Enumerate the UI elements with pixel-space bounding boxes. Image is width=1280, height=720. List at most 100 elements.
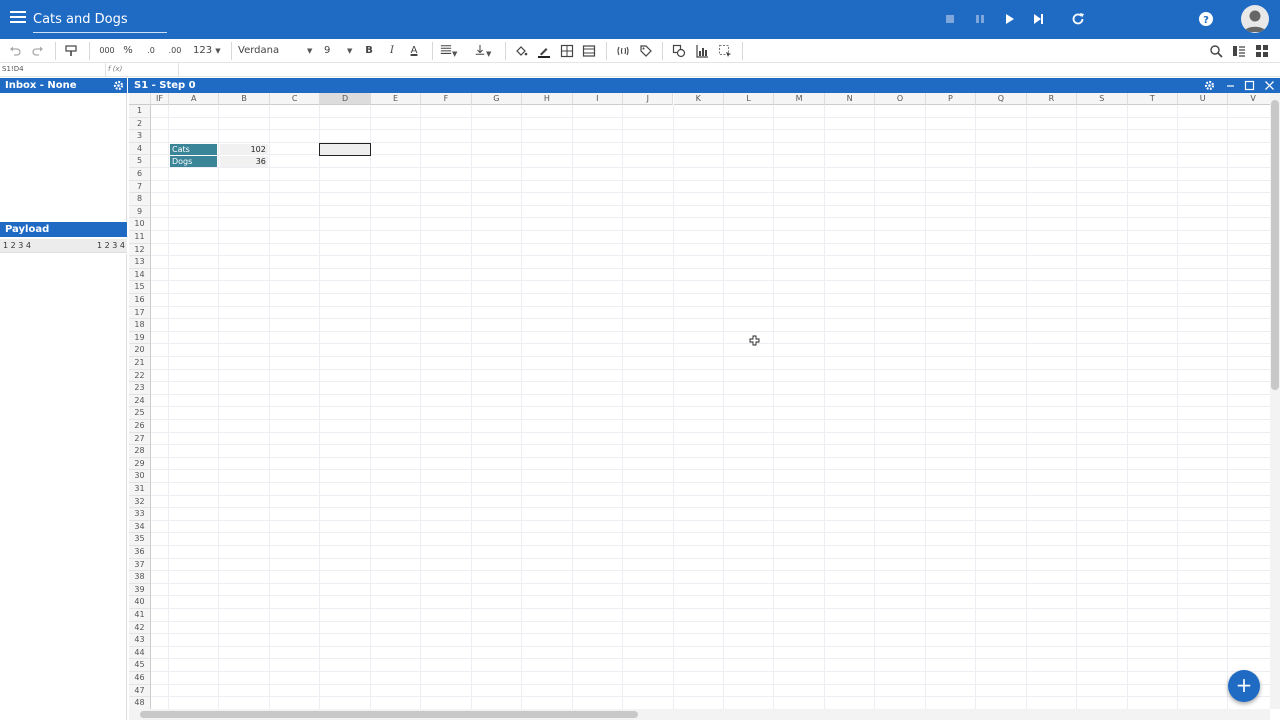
row-header-20[interactable]: 20 bbox=[129, 344, 151, 357]
row-header-7[interactable]: 7 bbox=[129, 180, 151, 194]
help-icon[interactable]: ? bbox=[1198, 11, 1214, 27]
column-header-f[interactable]: F bbox=[421, 93, 472, 105]
row-header-3[interactable]: 3 bbox=[129, 130, 151, 143]
row-header-22[interactable]: 22 bbox=[129, 369, 151, 383]
row-header-8[interactable]: 8 bbox=[129, 193, 151, 206]
redo-icon[interactable] bbox=[31, 43, 45, 59]
row-header-43[interactable]: 43 bbox=[129, 634, 151, 647]
refresh-icon[interactable] bbox=[1070, 11, 1086, 27]
column-header-s[interactable]: S bbox=[1077, 93, 1128, 105]
column-header-g[interactable]: G bbox=[471, 93, 523, 105]
row-header-40[interactable]: 40 bbox=[129, 596, 151, 609]
close-icon[interactable] bbox=[1264, 80, 1275, 91]
column-header-m[interactable]: M bbox=[774, 93, 825, 105]
thousands-separator-button[interactable]: 000 bbox=[98, 43, 116, 59]
percent-button[interactable]: % bbox=[122, 43, 134, 59]
step-forward-icon[interactable] bbox=[1030, 11, 1046, 27]
grid-view-icon[interactable] bbox=[1255, 43, 1269, 59]
bold-icon[interactable]: B bbox=[363, 43, 375, 59]
column-header-r[interactable]: R bbox=[1026, 93, 1078, 105]
row-header-38[interactable]: 38 bbox=[129, 571, 151, 584]
row-header-47[interactable]: 47 bbox=[129, 684, 151, 698]
row-header-48[interactable]: 48 bbox=[129, 697, 151, 709]
row-header-9[interactable]: 9 bbox=[129, 205, 151, 219]
select-region-icon[interactable] bbox=[718, 43, 732, 59]
merge-cells-icon[interactable] bbox=[582, 43, 596, 59]
cell-b4[interactable]: 102 bbox=[220, 143, 268, 155]
column-header-d[interactable]: D bbox=[320, 93, 371, 105]
horizontal-align-icon[interactable]: ▼ bbox=[440, 43, 464, 59]
row-header-6[interactable]: 6 bbox=[129, 168, 151, 181]
column-header-q[interactable]: Q bbox=[976, 93, 1027, 105]
cell-a4[interactable]: Cats bbox=[170, 143, 218, 155]
row-header-16[interactable]: 16 bbox=[129, 294, 151, 307]
row-header-23[interactable]: 23 bbox=[129, 382, 151, 395]
row-header-29[interactable]: 29 bbox=[129, 457, 151, 471]
row-header-24[interactable]: 24 bbox=[129, 394, 151, 408]
column-header-e[interactable]: E bbox=[370, 93, 422, 105]
row-header-12[interactable]: 12 bbox=[129, 243, 151, 257]
row-header-11[interactable]: 11 bbox=[129, 231, 151, 244]
column-header-n[interactable]: N bbox=[824, 93, 876, 105]
column-header-o[interactable]: O bbox=[875, 93, 926, 105]
play-icon[interactable] bbox=[1001, 11, 1017, 27]
menu-icon[interactable] bbox=[10, 11, 26, 25]
horizontal-scroll-thumb[interactable] bbox=[140, 711, 638, 718]
app-title[interactable]: Cats and Dogs bbox=[33, 12, 128, 27]
payload-row[interactable]: 1 2 3 4 1 2 3 4 bbox=[0, 239, 127, 253]
shapes-icon[interactable] bbox=[672, 43, 686, 59]
row-header-39[interactable]: 39 bbox=[129, 583, 151, 597]
row-header-26[interactable]: 26 bbox=[129, 420, 151, 433]
row-header-18[interactable]: 18 bbox=[129, 319, 151, 332]
column-header-if[interactable]: IF bbox=[151, 93, 169, 105]
column-header-t[interactable]: T bbox=[1127, 93, 1178, 105]
pause-icon[interactable] bbox=[972, 11, 988, 27]
minimize-icon[interactable] bbox=[1225, 80, 1236, 91]
row-header-14[interactable]: 14 bbox=[129, 268, 151, 282]
borders-icon[interactable] bbox=[560, 43, 574, 59]
cell-b5[interactable]: 36 bbox=[220, 156, 268, 168]
row-header-4[interactable]: 4 bbox=[129, 142, 151, 156]
column-header-u[interactable]: U bbox=[1178, 93, 1229, 105]
border-color-icon[interactable] bbox=[537, 43, 551, 59]
gear-icon[interactable] bbox=[113, 80, 124, 91]
maximize-icon[interactable] bbox=[1244, 80, 1255, 91]
chart-icon[interactable] bbox=[695, 43, 709, 59]
row-header-1[interactable]: 1 bbox=[129, 105, 151, 118]
row-header-30[interactable]: 30 bbox=[129, 470, 151, 483]
vertical-align-icon[interactable]: ▼ bbox=[474, 43, 498, 59]
column-header-k[interactable]: K bbox=[673, 93, 724, 105]
row-header-42[interactable]: 42 bbox=[129, 621, 151, 635]
gear-icon[interactable] bbox=[1204, 80, 1215, 91]
cell-a5[interactable]: Dogs bbox=[170, 156, 218, 168]
font-size-dropdown[interactable]: 9 ▼ bbox=[324, 43, 356, 59]
add-button[interactable]: + bbox=[1228, 670, 1260, 702]
row-header-28[interactable]: 28 bbox=[129, 445, 151, 458]
row-header-32[interactable]: 32 bbox=[129, 495, 151, 509]
row-header-5[interactable]: 5 bbox=[129, 155, 151, 168]
column-header-v[interactable]: V bbox=[1228, 93, 1270, 105]
row-header-2[interactable]: 2 bbox=[129, 117, 151, 131]
column-header-l[interactable]: L bbox=[723, 93, 775, 105]
account-icon[interactable] bbox=[1241, 5, 1269, 33]
undo-icon[interactable] bbox=[8, 43, 22, 59]
column-header-p[interactable]: P bbox=[925, 93, 977, 105]
paint-format-icon[interactable] bbox=[64, 43, 78, 59]
italic-icon[interactable]: I bbox=[386, 43, 398, 59]
row-header-25[interactable]: 25 bbox=[129, 407, 151, 420]
decrease-decimal-button[interactable]: .0 bbox=[143, 43, 159, 59]
list-view-icon[interactable] bbox=[1232, 43, 1246, 59]
row-header-35[interactable]: 35 bbox=[129, 533, 151, 546]
row-header-45[interactable]: 45 bbox=[129, 659, 151, 672]
row-header-33[interactable]: 33 bbox=[129, 508, 151, 521]
column-header-i[interactable]: I bbox=[572, 93, 624, 105]
row-header-34[interactable]: 34 bbox=[129, 520, 151, 534]
selected-cell[interactable] bbox=[319, 142, 371, 157]
row-header-13[interactable]: 13 bbox=[129, 256, 151, 269]
row-header-37[interactable]: 37 bbox=[129, 558, 151, 572]
row-header-36[interactable]: 36 bbox=[129, 546, 151, 559]
tag-icon[interactable] bbox=[639, 43, 653, 59]
column-header-c[interactable]: C bbox=[269, 93, 321, 105]
spreadsheet-grid[interactable]: IF A B C D E F G H I J K L M N O P Q R S T U V 1 2 3 4 5 6 7 8 9 10 11 12 1… bbox=[129, 93, 1270, 709]
font-family-dropdown[interactable]: Verdana ▼ bbox=[238, 43, 316, 59]
